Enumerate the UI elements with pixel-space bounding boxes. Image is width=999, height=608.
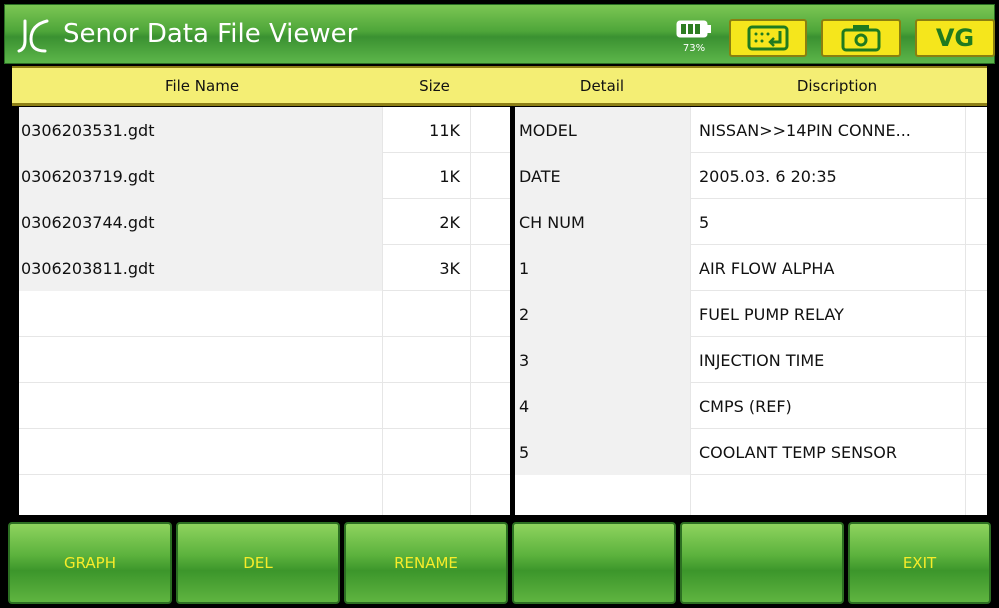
- detail-key-cell: CH NUM: [515, 199, 691, 245]
- empty-cell: [383, 429, 471, 475]
- table-row[interactable]: 0306203719.gdt 1K: [19, 153, 510, 199]
- empty-cell: [19, 475, 383, 515]
- title-bar: Senor Data File Viewer 73% VG: [4, 4, 995, 64]
- battery-indicator: 73%: [673, 19, 715, 59]
- detail-key-cell: 1: [515, 245, 691, 291]
- detail-list: MODEL NISSAN>>14PIN CONNE... DATE 2005.0…: [512, 107, 987, 515]
- header-size[interactable]: Size: [392, 68, 477, 103]
- blank-button-2[interactable]: [680, 522, 844, 604]
- empty-cell: [19, 337, 383, 383]
- empty-cell: [691, 475, 966, 515]
- empty-row: [515, 475, 987, 515]
- empty-row: [19, 337, 510, 383]
- file-name-cell: 0306203811.gdt: [19, 245, 383, 291]
- detail-value-cell: CMPS (REF): [691, 383, 966, 429]
- empty-row: [19, 475, 510, 515]
- detail-value-cell: 5: [691, 199, 966, 245]
- logo-icon: [17, 19, 49, 53]
- app-window: Senor Data File Viewer 73% VG File Name …: [0, 0, 999, 608]
- detail-value-cell: COOLANT TEMP SENSOR: [691, 429, 966, 475]
- table-header-bar: File Name Size Detail Discription: [12, 66, 987, 106]
- keyboard-enter-icon: [747, 25, 789, 51]
- table-row: DATE 2005.03. 6 20:35: [515, 153, 987, 199]
- camera-icon: [841, 25, 881, 52]
- battery-percent: 73%: [682, 43, 706, 54]
- empty-cell: [19, 291, 383, 337]
- detail-key-cell: MODEL: [515, 107, 691, 153]
- table-row: 3 INJECTION TIME: [515, 337, 987, 383]
- empty-row: [19, 429, 510, 475]
- header-file-name[interactable]: File Name: [12, 68, 392, 103]
- empty-cell: [383, 383, 471, 429]
- file-size-cell: 11K: [383, 107, 471, 153]
- app-title: Senor Data File Viewer: [63, 19, 358, 49]
- empty-cell: [19, 429, 383, 475]
- table-row: 4 CMPS (REF): [515, 383, 987, 429]
- detail-key-cell: 3: [515, 337, 691, 383]
- table-row: MODEL NISSAN>>14PIN CONNE...: [515, 107, 987, 153]
- graph-button[interactable]: GRAPH: [8, 522, 172, 604]
- vg-label: VG: [935, 24, 975, 52]
- detail-value-cell: INJECTION TIME: [691, 337, 966, 383]
- table-row: 1 AIR FLOW ALPHA: [515, 245, 987, 291]
- empty-cell: [515, 475, 691, 515]
- function-button-bar: GRAPH DEL RENAME EXIT: [8, 518, 991, 608]
- empty-cell: [383, 337, 471, 383]
- file-name-cell: 0306203531.gdt: [19, 107, 383, 153]
- blank-button-1[interactable]: [512, 522, 676, 604]
- file-size-cell: 2K: [383, 199, 471, 245]
- rename-button[interactable]: RENAME: [344, 522, 508, 604]
- table-row[interactable]: 0306203811.gdt 3K: [19, 245, 510, 291]
- detail-value-cell: 2005.03. 6 20:35: [691, 153, 966, 199]
- vg-button[interactable]: VG: [915, 19, 995, 57]
- detail-value-cell: AIR FLOW ALPHA: [691, 245, 966, 291]
- empty-cell: [383, 291, 471, 337]
- table-row[interactable]: 0306203531.gdt 11K: [19, 107, 510, 153]
- table-row: 5 COOLANT TEMP SENSOR: [515, 429, 987, 475]
- detail-key-cell: DATE: [515, 153, 691, 199]
- empty-row: [19, 383, 510, 429]
- file-size-cell: 3K: [383, 245, 471, 291]
- header-description[interactable]: Discription: [692, 68, 982, 103]
- table-row[interactable]: 0306203744.gdt 2K: [19, 199, 510, 245]
- file-size-cell: 1K: [383, 153, 471, 199]
- empty-cell: [19, 383, 383, 429]
- file-name-cell: 0306203744.gdt: [19, 199, 383, 245]
- table-row: CH NUM 5: [515, 199, 987, 245]
- exit-button[interactable]: EXIT: [848, 522, 991, 604]
- battery-icon: [676, 20, 711, 38]
- empty-row: [19, 291, 510, 337]
- file-name-cell: 0306203719.gdt: [19, 153, 383, 199]
- detail-value-cell: FUEL PUMP RELAY: [691, 291, 966, 337]
- empty-cell: [383, 475, 471, 515]
- camera-button[interactable]: [821, 19, 901, 57]
- keyboard-button[interactable]: [729, 19, 807, 57]
- detail-key-cell: 2: [515, 291, 691, 337]
- file-list: 0306203531.gdt 11K 0306203719.gdt 1K 030…: [16, 107, 510, 515]
- detail-key-cell: 4: [515, 383, 691, 429]
- header-detail[interactable]: Detail: [512, 68, 692, 103]
- table-row: 2 FUEL PUMP RELAY: [515, 291, 987, 337]
- detail-key-cell: 5: [515, 429, 691, 475]
- detail-value-cell: NISSAN>>14PIN CONNE...: [691, 107, 966, 153]
- delete-button[interactable]: DEL: [176, 522, 340, 604]
